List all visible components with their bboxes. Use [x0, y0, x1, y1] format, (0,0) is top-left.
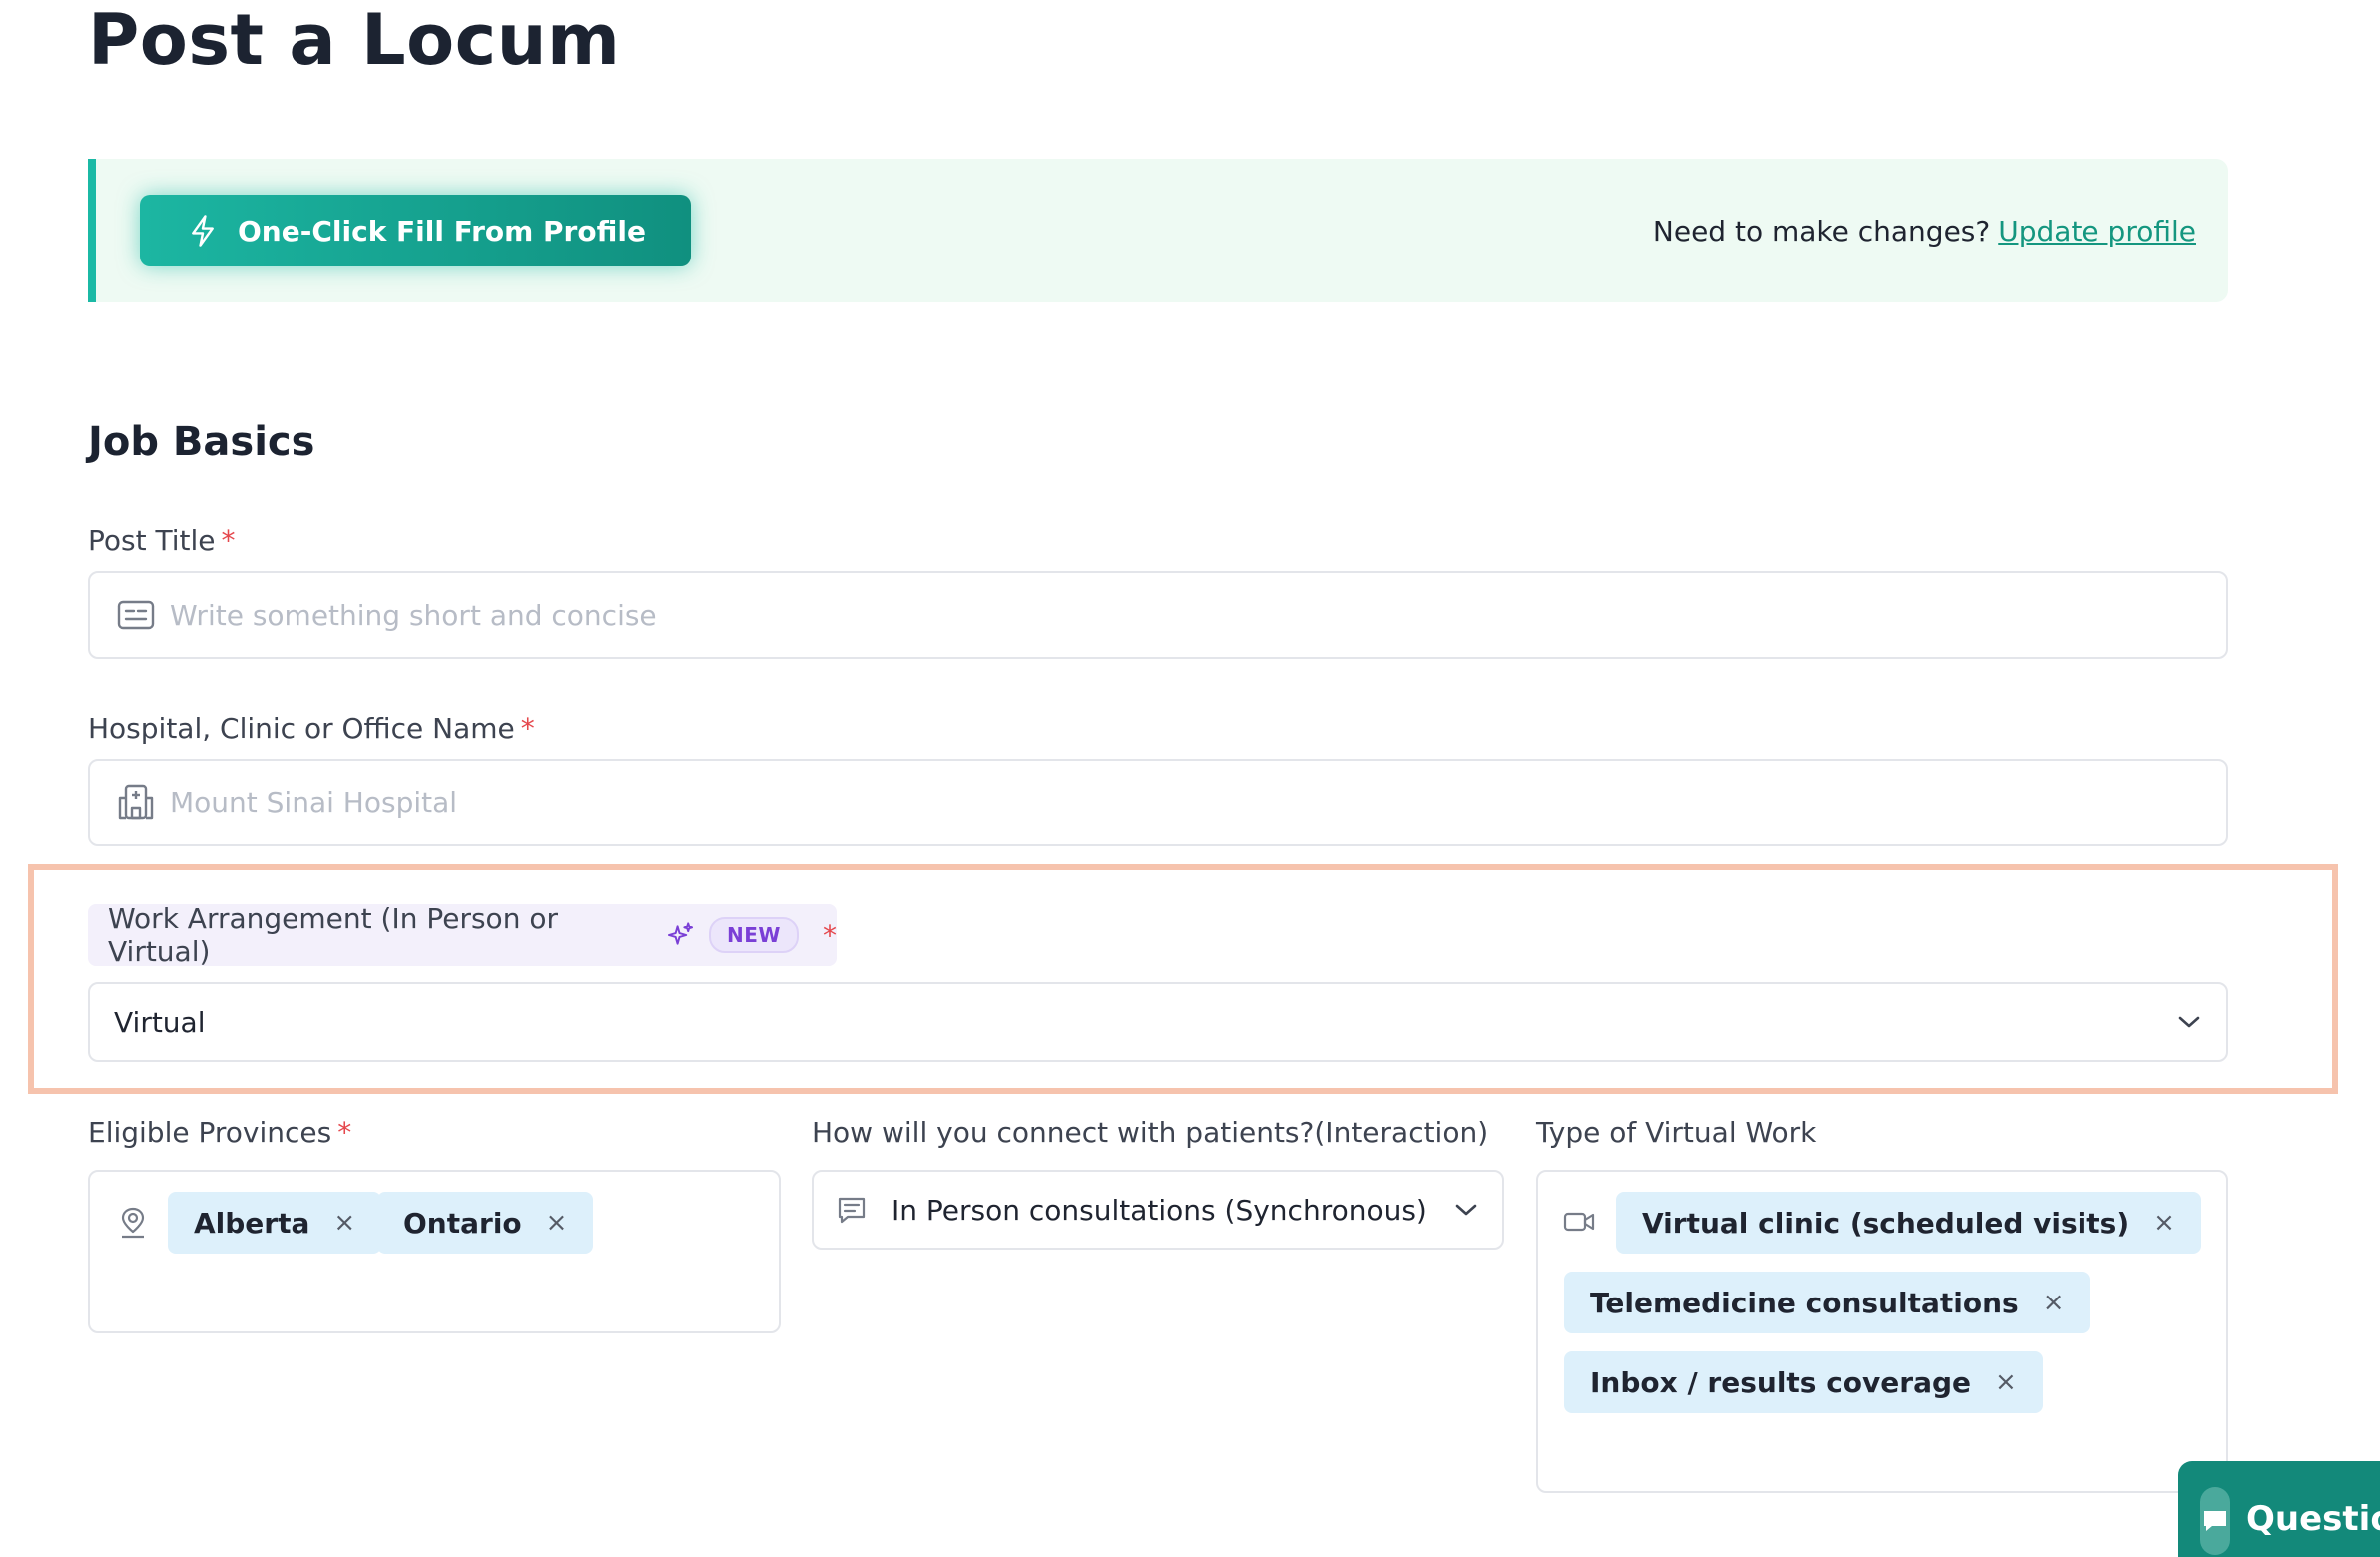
- one-click-fill-button[interactable]: One-Click Fill From Profile: [140, 195, 691, 266]
- provinces-label: Eligible Provinces *: [88, 1116, 351, 1149]
- virtual-work-multiselect[interactable]: Virtual clinic (scheduled visits) × Tele…: [1536, 1170, 2228, 1493]
- work-arrangement-label-text: Work Arrangement (In Person or Virtual): [108, 902, 558, 968]
- changes-text: Need to make changes?: [1652, 214, 1991, 248]
- post-title-label: Post Title *: [88, 524, 236, 557]
- hospital-building-icon: [118, 784, 154, 820]
- provinces-multiselect[interactable]: Alberta × Ontario ×: [88, 1170, 781, 1333]
- interaction-label-text: How will you connect with patients?(Inte…: [812, 1116, 1488, 1149]
- province-chip-label: Ontario: [403, 1206, 522, 1240]
- chat-bubble-icon: [2200, 1487, 2230, 1555]
- virtual-work-chip: Virtual clinic (scheduled visits) ×: [1616, 1192, 2201, 1254]
- work-arrangement-select[interactable]: Virtual: [88, 982, 2228, 1062]
- virtual-work-chip-label: Virtual clinic (scheduled visits): [1642, 1206, 2130, 1240]
- chevron-down-icon: [2178, 1016, 2200, 1028]
- virtual-work-chip: Telemedicine consultations ×: [1564, 1272, 2090, 1333]
- lightning-bolt-icon: [192, 215, 214, 247]
- virtual-work-chip-label: Inbox / results coverage: [1590, 1365, 1972, 1399]
- required-marker: *: [520, 712, 535, 745]
- hospital-input[interactable]: [170, 785, 2226, 819]
- profile-fill-banner: One-Click Fill From Profile Need to make…: [88, 159, 2228, 302]
- remove-chip-button[interactable]: ×: [2043, 1288, 2065, 1317]
- map-pin-user-icon: [121, 1207, 145, 1239]
- id-card-icon: [117, 600, 155, 630]
- required-marker: *: [823, 918, 837, 952]
- hospital-field[interactable]: [88, 759, 2228, 846]
- update-profile-link[interactable]: Update profile: [1998, 215, 2196, 248]
- one-click-fill-label: One-Click Fill From Profile: [238, 214, 646, 248]
- virtual-work-label-text: Type of Virtual Work: [1536, 1116, 1817, 1149]
- post-title-input[interactable]: [170, 598, 2226, 632]
- interaction-select[interactable]: In Person consultations (Synchronous): [812, 1170, 1504, 1250]
- chevron-down-icon: [1455, 1204, 1477, 1216]
- virtual-work-label: Type of Virtual Work: [1536, 1116, 1816, 1149]
- remove-chip-button[interactable]: ×: [546, 1208, 568, 1238]
- hospital-label-text: Hospital, Clinic or Office Name: [88, 712, 515, 745]
- section-title-job-basics: Job Basics: [88, 419, 315, 465]
- virtual-work-chip-label: Telemedicine consultations: [1590, 1286, 2019, 1319]
- province-chip-label: Alberta: [194, 1206, 310, 1240]
- sparkle-icon: [667, 922, 694, 945]
- remove-chip-button[interactable]: ×: [2153, 1208, 2175, 1238]
- interaction-label: How will you connect with patients?(Inte…: [812, 1116, 1488, 1149]
- post-title-label-text: Post Title: [88, 524, 216, 557]
- page-title: Post a Locum: [88, 0, 621, 81]
- required-marker: *: [337, 1116, 352, 1149]
- province-chip: Ontario ×: [377, 1192, 594, 1254]
- chat-label: Questions: [2246, 1499, 2380, 1539]
- work-arrangement-value: Virtual: [114, 1005, 206, 1039]
- update-profile-hint: Need to make changes? Update profile: [1653, 159, 2196, 302]
- new-badge: NEW: [709, 917, 799, 953]
- hospital-label: Hospital, Clinic or Office Name *: [88, 712, 535, 745]
- virtual-work-chip: Inbox / results coverage ×: [1564, 1351, 2043, 1413]
- remove-chip-button[interactable]: ×: [1995, 1367, 2017, 1397]
- required-marker: *: [221, 524, 236, 557]
- message-lines-icon: [838, 1197, 866, 1224]
- province-chip: Alberta ×: [168, 1192, 382, 1254]
- post-title-field[interactable]: [88, 571, 2228, 659]
- questions-chat-button[interactable]: Questions: [2178, 1461, 2380, 1557]
- video-camera-icon: [1563, 1212, 1595, 1232]
- provinces-label-text: Eligible Provinces: [88, 1116, 332, 1149]
- work-arrangement-label: Work Arrangement (In Person or Virtual) …: [88, 902, 837, 968]
- interaction-value: In Person consultations (Synchronous): [892, 1193, 1427, 1227]
- remove-chip-button[interactable]: ×: [333, 1208, 355, 1238]
